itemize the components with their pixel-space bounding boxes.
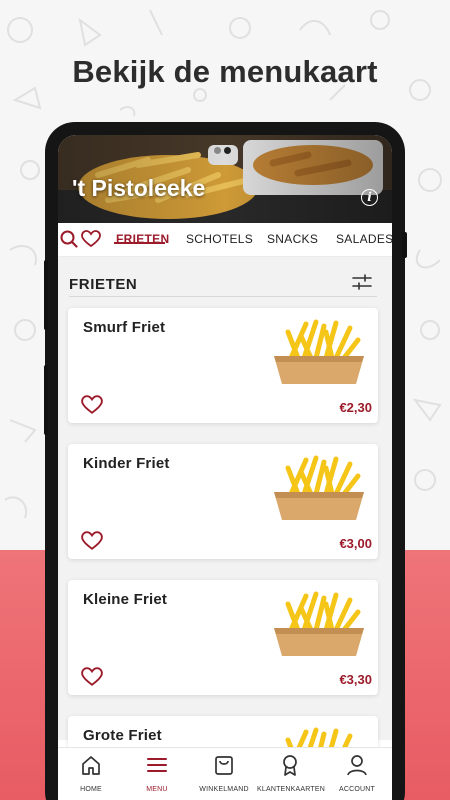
phone-side-button [44, 260, 48, 330]
tab-snacks[interactable]: SNACKS [267, 232, 318, 246]
search-icon[interactable] [60, 230, 78, 248]
heart-icon[interactable] [81, 531, 103, 551]
menu-item-name: Grote Friet [83, 727, 162, 744]
nav-label: HOME [80, 786, 102, 793]
section-title: FRIETEN [69, 276, 138, 293]
heart-icon[interactable] [81, 667, 103, 687]
nav-label: ACCOUNT [338, 786, 375, 793]
app-screen: 't Pistoleeke i FRIETEN SCHOTELS SNACKS … [58, 135, 392, 800]
nav-label: KLANTENKAARTEN [257, 786, 326, 793]
nav-home[interactable]: HOME [58, 748, 124, 800]
tab-schotels[interactable]: SCHOTELS [186, 232, 253, 246]
fries-image [274, 591, 364, 656]
heart-icon[interactable] [81, 395, 103, 415]
nav-menu[interactable]: MENU [124, 748, 190, 800]
award-icon [283, 755, 297, 776]
shopping-bag-icon [215, 756, 233, 775]
fries-image [274, 455, 364, 520]
menu-list: FRIETEN Smurf Friet €2,30 Kinder Friet €… [58, 257, 392, 800]
fries-image [274, 319, 364, 384]
bottom-navigation: HOME MENU WINKELMAND KLANTENKAARTEN ACCO… [58, 747, 392, 800]
menu-item-card[interactable]: Smurf Friet €2,30 [68, 308, 378, 423]
menu-item-card[interactable]: Kleine Friet €3,30 [68, 580, 378, 695]
menu-item-price: €3,00 [339, 536, 372, 551]
heart-icon[interactable] [81, 230, 101, 248]
sliders-icon[interactable] [352, 274, 372, 290]
menu-icon [147, 758, 167, 772]
restaurant-name: 't Pistoleeke [72, 175, 206, 201]
camera-indicator [214, 141, 234, 154]
menu-item-name: Kleine Friet [83, 591, 168, 608]
info-icon[interactable]: i [361, 189, 378, 206]
tab-salades[interactable]: SALADES [336, 232, 392, 246]
nav-winkelmand[interactable]: WINKELMAND [191, 748, 257, 800]
section-divider [69, 296, 377, 297]
nav-klantenkaarten[interactable]: KLANTENKAARTEN [257, 748, 326, 800]
menu-item-name: Kinder Friet [83, 455, 170, 472]
menu-item-price: €3,30 [339, 672, 372, 687]
category-tabs: FRIETEN SCHOTELS SNACKS SALADES [58, 223, 392, 257]
nav-account[interactable]: ACCOUNT [324, 748, 390, 800]
phone-side-button [44, 365, 48, 435]
home-icon [82, 756, 100, 775]
nav-label: WINKELMAND [199, 786, 249, 793]
active-tab-indicator [114, 242, 165, 244]
restaurant-banner: 't Pistoleeke i [58, 135, 392, 223]
user-icon [347, 755, 367, 776]
menu-item-card[interactable]: Kinder Friet €3,00 [68, 444, 378, 559]
menu-item-name: Smurf Friet [83, 319, 166, 336]
menu-item-price: €2,30 [339, 400, 372, 415]
headline: Bekijk de menukaart [72, 54, 378, 89]
nav-label: MENU [146, 786, 168, 793]
phone-side-button [402, 232, 407, 258]
